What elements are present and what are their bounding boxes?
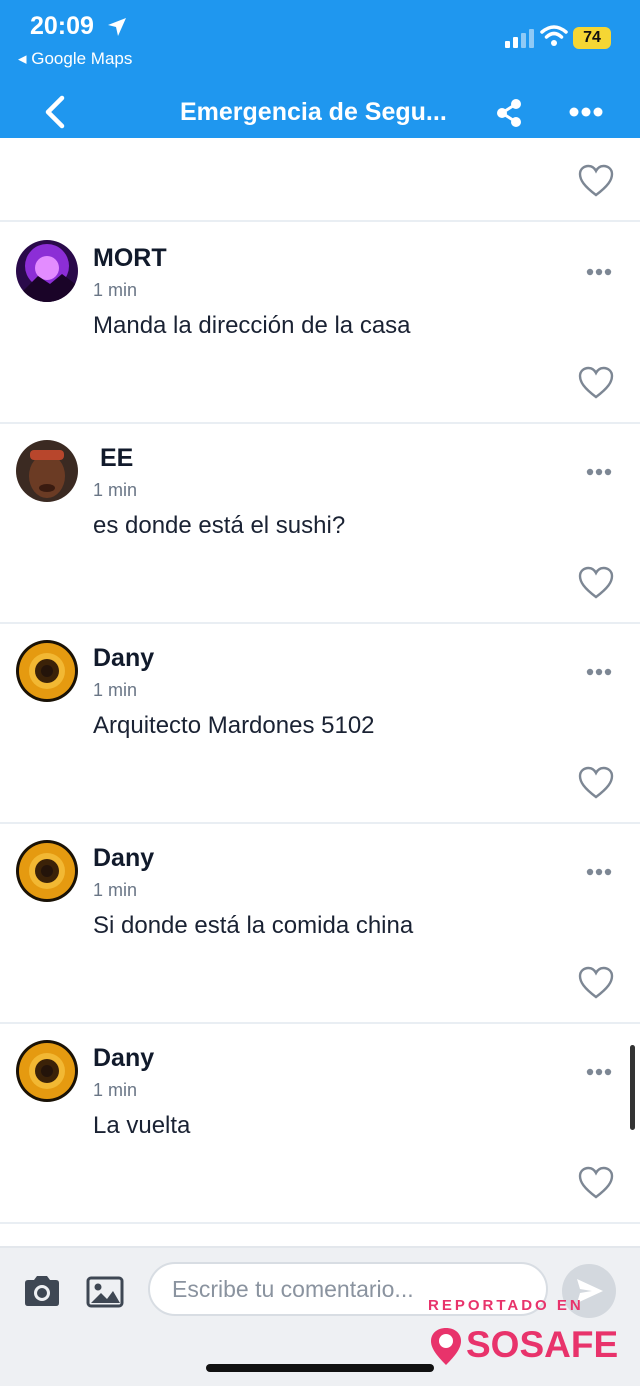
comment-card: Dany 1 min La vuelta	[0, 1024, 640, 1224]
cellular-signal-icon	[505, 29, 534, 48]
wifi-icon	[540, 25, 568, 46]
comment-options-icon[interactable]	[586, 268, 612, 276]
avatar[interactable]	[16, 640, 78, 702]
sosafe-logo: SOSAFE	[428, 1324, 618, 1367]
comment-time: 1 min	[93, 680, 138, 700]
comment-text: Si donde está la comida china	[93, 912, 414, 939]
comment-options-icon[interactable]	[586, 468, 612, 476]
comment-time: 1 min	[93, 1080, 138, 1100]
comment-card: Dany 1 min Arquitecto Mardones 5102	[0, 624, 640, 824]
watermark-reported-text: REPORTADO EN	[428, 1297, 584, 1314]
comment-text: Manda la dirección de la casa	[93, 312, 411, 339]
comment-author[interactable]: Dany	[93, 844, 154, 873]
feed-scrollbar[interactable]	[630, 1045, 635, 1130]
location-pin-icon	[431, 1328, 461, 1366]
status-time: 20:09	[30, 12, 94, 40]
comment-feed[interactable]: MORT 1 min Manda la dirección de la casa…	[0, 138, 640, 1246]
like-heart-icon[interactable]	[578, 566, 614, 600]
back-to-app-link[interactable]: ◂ Google Maps	[18, 49, 132, 69]
comment-author[interactable]: Dany	[93, 644, 154, 673]
comment-card: MORT 1 min Manda la dirección de la casa	[0, 224, 640, 424]
camera-icon[interactable]	[22, 1274, 62, 1308]
location-arrow-icon	[108, 18, 126, 36]
gallery-icon[interactable]	[86, 1276, 124, 1308]
comment-card: EE 1 min es donde está el sushi?	[0, 424, 640, 624]
page-title: Emergencia de Segu...	[180, 98, 447, 126]
comment-card: Dany 1 min Si donde está la comida china	[0, 824, 640, 1024]
comment-text: La vuelta	[93, 1112, 191, 1139]
back-chevron-icon[interactable]	[40, 94, 70, 130]
comment-card-partial	[0, 138, 640, 222]
like-heart-icon[interactable]	[578, 164, 614, 198]
comment-time: 1 min	[93, 480, 138, 500]
comment-time: 1 min	[93, 880, 138, 900]
avatar[interactable]	[16, 440, 78, 502]
sosafe-brand-text: SOSAFE	[466, 1324, 619, 1365]
comment-options-icon[interactable]	[586, 668, 612, 676]
comment-text: Arquitecto Mardones 5102	[93, 712, 375, 739]
battery-indicator: 74	[573, 27, 611, 49]
like-heart-icon[interactable]	[578, 1166, 614, 1200]
avatar[interactable]	[16, 1040, 78, 1102]
app-header: 20:09 ◂ Google Maps 74 Emergencia de Seg…	[0, 0, 640, 138]
avatar[interactable]	[16, 240, 78, 302]
comment-author[interactable]: MORT	[93, 244, 167, 273]
home-indicator	[206, 1364, 434, 1372]
more-options-icon[interactable]	[568, 100, 604, 124]
avatar[interactable]	[16, 840, 78, 902]
comment-author[interactable]: EE	[93, 444, 133, 473]
comment-time: 1 min	[93, 280, 138, 300]
comment-options-icon[interactable]	[586, 1068, 612, 1076]
comment-options-icon[interactable]	[586, 868, 612, 876]
like-heart-icon[interactable]	[578, 966, 614, 1000]
like-heart-icon[interactable]	[578, 366, 614, 400]
like-heart-icon[interactable]	[578, 766, 614, 800]
comment-author[interactable]: Dany	[93, 1044, 154, 1073]
share-icon[interactable]	[494, 98, 524, 128]
comment-text: es donde está el sushi?	[93, 512, 346, 539]
